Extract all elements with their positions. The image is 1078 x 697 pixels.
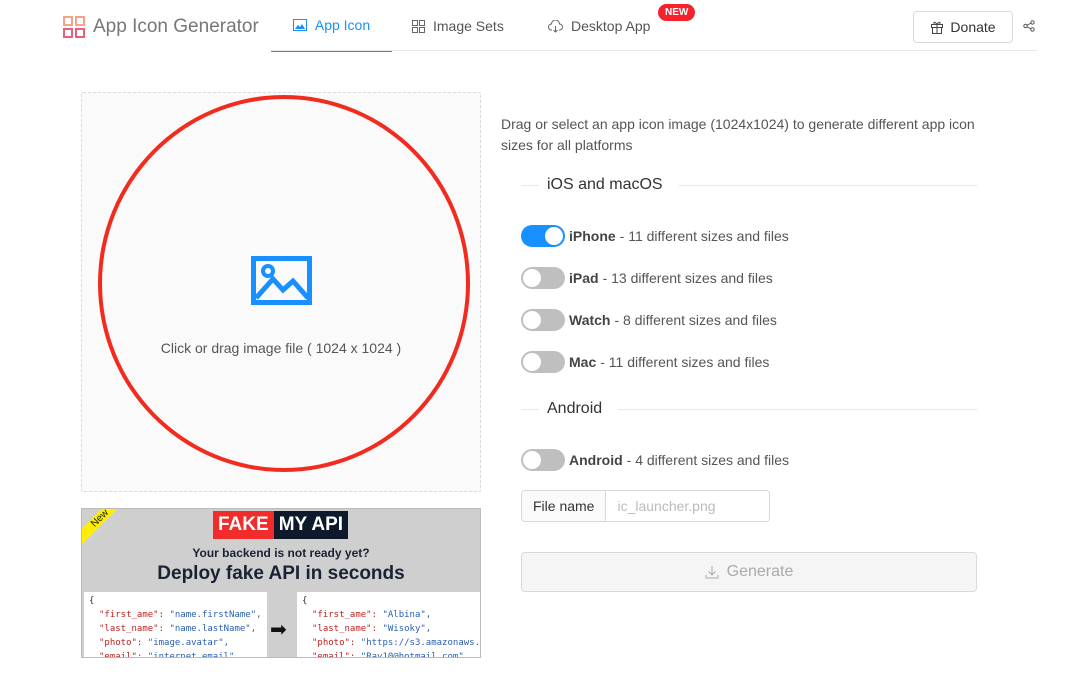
code-key: { [302,596,308,606]
code-line: "email": "internet.email", [89,650,262,658]
donate-button[interactable]: Donate [913,11,1013,43]
option-mac: Mac - 11 different sizes and files [521,351,769,373]
tab-label: Image Sets [433,18,504,34]
toggle-switch[interactable] [521,267,565,289]
ad-code-result: {"first_ame": "Albina", "last_name": "Wis… [297,592,481,658]
option-watch: Watch - 8 different sizes and files [521,309,777,331]
tab-desktop-app[interactable]: Desktop App [548,0,650,52]
generate-label: Generate [726,563,794,580]
code-key: { [89,596,95,606]
code-line: "first_ame": "Albina", [302,608,480,622]
upload-hint: Click or drag image file ( 1024 x 1024 ) [160,340,402,356]
app-title: App Icon Generator [93,16,259,37]
option-android: Android - 4 different sizes and files [521,449,789,471]
brand-fake: FAKE [213,511,274,539]
tab-image-sets[interactable]: Image Sets [412,0,504,52]
share-icon[interactable] [1023,20,1035,32]
code-value: "Ray10@hotmail.com", [360,652,470,658]
code-line: { [302,594,480,608]
brand-my-api: MY API [273,511,349,539]
generate-button[interactable]: Generate [521,552,977,592]
ad-brand: FAKE MY API [213,511,349,539]
option-name: iPad [569,270,599,286]
ad-title: Deploy fake API in seconds [157,563,405,584]
code-value: "name.lastName", [169,624,257,634]
option-ipad: iPad - 13 different sizes and files [521,267,773,289]
header-divider [271,50,1037,51]
toggle-switch[interactable] [521,309,565,331]
code-key: "first_ame": [312,610,383,620]
image-upload-dropzone[interactable]: Click or drag image file ( 1024 x 1024 ) [81,92,481,492]
ad-code-template: {"first_ame": "name.firstName", "last_nam… [84,592,267,658]
donate-label: Donate [950,19,996,35]
ad-subtitle: Your backend is not ready yet? [192,546,370,560]
code-value: "image.avatar", [147,638,230,648]
option-detail: - 8 different sizes and files [614,312,777,328]
code-value: "Wisoky", [382,624,432,634]
tab-label: App Icon [314,17,371,33]
option-name: Mac [569,354,597,370]
code-line: "photo": "image.avatar", [89,636,262,650]
code-key: "email": [312,652,361,658]
option-iphone: iPhone - 11 different sizes and files [521,225,789,247]
code-line: "first_ame": "name.firstName", [89,608,262,622]
code-value: "Albina", [382,610,432,620]
description: Drag or select an app icon image (1024x1… [501,116,975,153]
gift-icon [931,21,944,34]
cloud-download-icon [548,19,563,33]
option-detail: - 11 different sizes and files [600,354,770,370]
option-detail: - 4 different sizes and files [626,452,790,468]
code-key: "photo": [99,638,148,648]
code-key: "last_name": [312,624,383,634]
tab-app-icon[interactable]: App Icon [271,0,392,52]
code-key: "first_ame": [99,610,170,620]
option-detail: - 13 different sizes and files [602,270,773,286]
code-line: "last_name": "Wisoky", [302,622,480,636]
toggle-switch[interactable] [521,449,565,471]
option-name: iPhone [569,228,616,244]
logo[interactable]: App Icon Generator [63,16,259,38]
section-title: iOS and macOS [547,176,663,193]
code-value: "https://s3.amazonaws." [360,638,481,648]
new-ribbon: New [82,509,133,551]
file-name-input[interactable] [606,490,771,522]
code-key: "photo": [312,638,361,648]
grid-icon [412,19,425,33]
picture-icon [292,19,307,31]
code-value: "name.firstName", [169,610,262,620]
fake-my-api-ad-banner[interactable]: New FAKE MY API Your backend is not read… [81,508,481,658]
toggle-switch[interactable] [521,351,565,373]
section-android: Android [521,400,977,418]
file-name-group: File name [521,490,771,522]
app-logo-icon [63,16,85,38]
code-line: "email": "Ray10@hotmail.com", [302,650,480,658]
option-name: Watch [569,312,611,328]
arrow-right-icon: ➡ [270,619,287,641]
code-line: { [89,594,262,608]
header: App Icon Generator App Icon Image Sets D… [0,0,1078,52]
code-key: "last_name": [99,624,170,634]
download-icon [705,566,719,579]
image-icon [251,256,312,305]
code-key: "email": [99,652,148,658]
toggle-switch[interactable] [521,225,565,247]
code-line: "last_name": "name.lastName", [89,622,262,636]
tab-label: Desktop App [571,18,651,34]
section-title: Android [547,400,603,417]
code-line: "photo": "https://s3.amazonaws." [302,636,481,650]
section-ios-macos: iOS and macOS [521,176,977,194]
file-name-label: File name [521,490,607,522]
new-badge: NEW [658,4,696,21]
option-name: Android [569,452,623,468]
option-detail: - 11 different sizes and files [619,228,789,244]
code-value: "internet.email", [147,652,240,658]
